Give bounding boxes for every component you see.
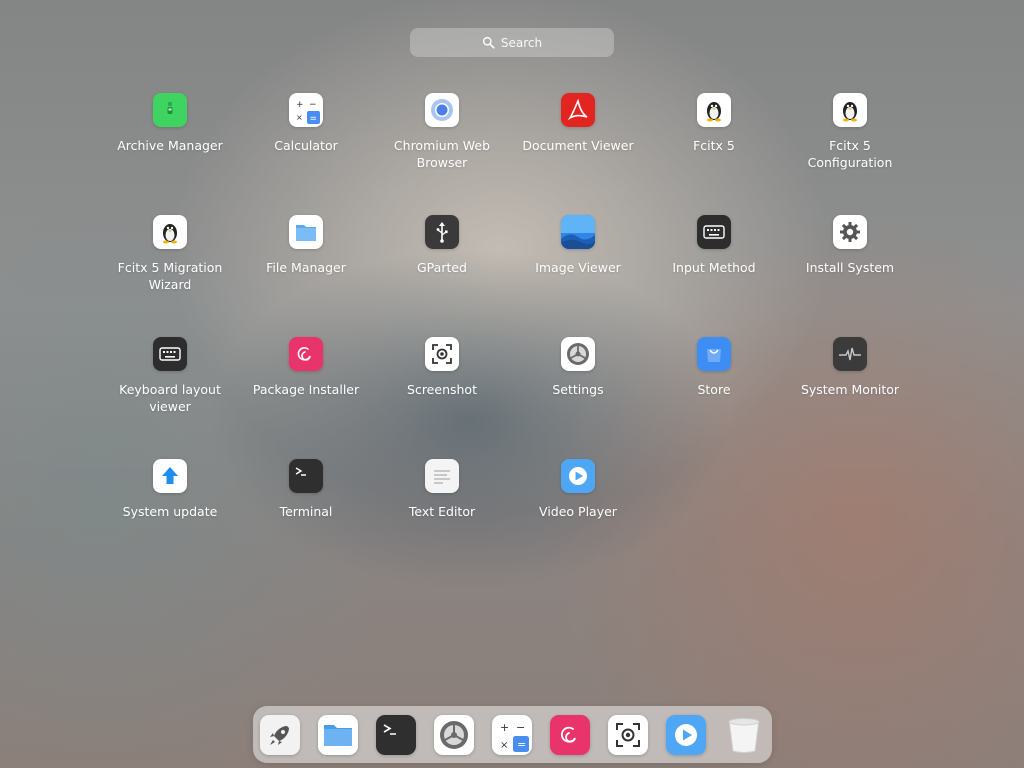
app-input-method[interactable]: Input Method: [646, 215, 782, 337]
folder-icon: [289, 215, 323, 249]
screenshot-icon[interactable]: [608, 714, 648, 755]
calculator-icon[interactable]: + − × =: [492, 714, 532, 755]
search-icon: [482, 36, 495, 49]
app-grid: Archive Manager + − × = Calculator Chromium…: [102, 93, 918, 581]
app-label: Fcitx 5 Configuration: [807, 138, 893, 170]
app-fcitx5-migration-wizard[interactable]: Fcitx 5 Migration Wizard: [102, 215, 238, 337]
usb-icon: [425, 215, 459, 249]
archive-icon: [153, 93, 187, 127]
app-video-player[interactable]: Video Player: [510, 459, 646, 581]
app-label: Text Editor: [408, 504, 476, 519]
app-label: System update: [122, 504, 218, 519]
app-label: Package Installer: [252, 382, 360, 397]
app-label: GParted: [417, 260, 467, 275]
launcher-icon[interactable]: [260, 714, 300, 755]
app-label: File Manager: [266, 260, 346, 275]
settings-icon: [561, 337, 595, 371]
app-terminal[interactable]: Terminal: [238, 459, 374, 581]
video-icon: [561, 459, 595, 493]
app-gparted[interactable]: GParted: [374, 215, 510, 337]
app-keyboard-layout-viewer[interactable]: Keyboard layout viewer: [102, 337, 238, 459]
app-image-viewer[interactable]: Image Viewer: [510, 215, 646, 337]
app-document-viewer[interactable]: Document Viewer: [510, 93, 646, 215]
svg-text:=: =: [310, 114, 318, 124]
app-system-monitor[interactable]: System Monitor: [782, 337, 918, 459]
svg-text:×: ×: [500, 740, 508, 751]
text-editor-icon: [425, 459, 459, 493]
video-icon[interactable]: [666, 714, 706, 755]
screenshot-icon: [425, 337, 459, 371]
monitor-icon: [833, 337, 867, 371]
penguin-icon: [833, 93, 867, 127]
app-install-system[interactable]: Install System: [782, 215, 918, 337]
svg-text:+: +: [296, 100, 304, 110]
svg-text:−: −: [309, 100, 317, 110]
settings-icon[interactable]: [434, 714, 474, 755]
app-label: Terminal: [279, 504, 333, 519]
app-label: Fcitx 5: [693, 138, 735, 153]
app-calculator[interactable]: + − × = Calculator: [238, 93, 374, 215]
svg-text:×: ×: [296, 113, 303, 122]
keyboard-icon: [697, 215, 731, 249]
app-label: Document Viewer: [522, 138, 634, 153]
terminal-icon: [289, 459, 323, 493]
calculator-icon: + − × =: [289, 93, 323, 127]
app-label: Store: [697, 382, 731, 397]
app-label: Chromium Web Browser: [393, 138, 491, 170]
pdf-icon: [561, 93, 595, 127]
terminal-icon[interactable]: [376, 714, 416, 755]
search-bar[interactable]: Search: [410, 28, 614, 57]
app-label: System Monitor: [800, 382, 900, 397]
app-label: Archive Manager: [117, 138, 223, 153]
app-fcitx5[interactable]: Fcitx 5: [646, 93, 782, 215]
gear-icon: [833, 215, 867, 249]
dock: + − × =: [253, 706, 772, 763]
svg-text:+: +: [500, 721, 509, 734]
app-package-installer[interactable]: Package Installer: [238, 337, 374, 459]
app-screenshot[interactable]: Screenshot: [374, 337, 510, 459]
svg-text:−: −: [516, 721, 525, 734]
chromium-icon: [425, 93, 459, 127]
app-label: Keyboard layout viewer: [119, 382, 221, 414]
app-chromium[interactable]: Chromium Web Browser: [374, 93, 510, 215]
folder-icon[interactable]: [318, 714, 358, 755]
app-fcitx5-configuration[interactable]: Fcitx 5 Configuration: [782, 93, 918, 215]
app-text-editor[interactable]: Text Editor: [374, 459, 510, 581]
app-label: Video Player: [539, 504, 617, 519]
svg-text:=: =: [517, 738, 526, 751]
app-file-manager[interactable]: File Manager: [238, 215, 374, 337]
app-label: Input Method: [672, 260, 756, 275]
app-store[interactable]: Store: [646, 337, 782, 459]
store-icon: [697, 337, 731, 371]
penguin-icon: [697, 93, 731, 127]
app-label: Install System: [805, 260, 895, 275]
app-label: Fcitx 5 Migration Wizard: [117, 260, 223, 292]
search-placeholder: Search: [500, 35, 543, 50]
app-label: Screenshot: [407, 382, 477, 397]
app-system-update[interactable]: System update: [102, 459, 238, 581]
app-archive-manager[interactable]: Archive Manager: [102, 93, 238, 215]
trash-icon[interactable]: [724, 715, 764, 755]
app-label: Settings: [552, 382, 604, 397]
penguin-icon: [153, 215, 187, 249]
app-label: Calculator: [274, 138, 338, 153]
debian-icon[interactable]: [550, 714, 590, 755]
debian-icon: [289, 337, 323, 371]
image-icon: [561, 215, 595, 249]
keyboard-icon: [153, 337, 187, 371]
app-settings[interactable]: Settings: [510, 337, 646, 459]
app-label: Image Viewer: [535, 260, 621, 275]
update-icon: [153, 459, 187, 493]
